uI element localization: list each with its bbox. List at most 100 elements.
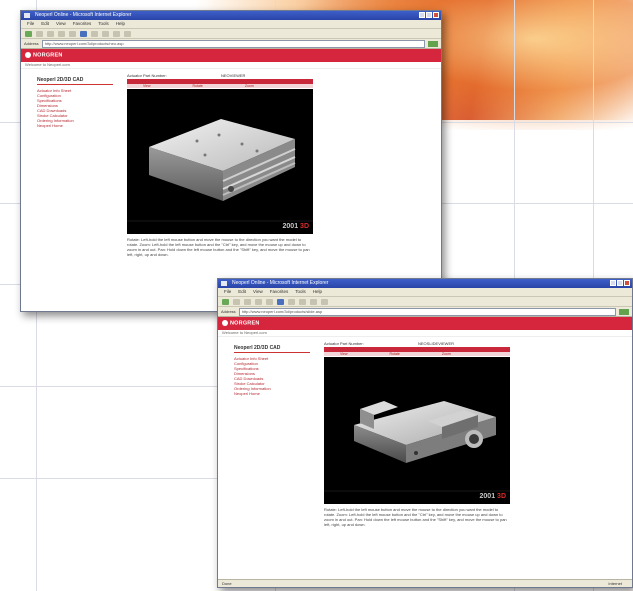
- browser-window-back[interactable]: Neoperl Online - Microsoft Internet Expl…: [20, 10, 442, 312]
- watermark-3d: 3D: [300, 223, 309, 230]
- maximize-icon[interactable]: [617, 280, 623, 286]
- norgren-logo[interactable]: NORGREN: [25, 52, 63, 58]
- window-controls: [610, 280, 630, 286]
- window-title: Neoperl Online - Microsoft Internet Expl…: [35, 12, 132, 18]
- stop-icon[interactable]: [244, 298, 251, 305]
- logo-text: NORGREN: [33, 52, 63, 59]
- mail-icon[interactable]: [113, 30, 120, 37]
- part-number-label: Actuator Part Number:: [324, 341, 364, 346]
- go-button[interactable]: [619, 308, 629, 315]
- menu-item-view[interactable]: View: [253, 288, 263, 296]
- tab-rotate[interactable]: Rotate: [193, 84, 203, 88]
- maximize-icon[interactable]: [426, 12, 432, 18]
- product-title: Neoperl 2D/3D CAD: [37, 77, 113, 85]
- close-icon[interactable]: [433, 12, 439, 18]
- window-title: Neoperl Online - Microsoft Internet Expl…: [232, 280, 329, 286]
- menu-item-help[interactable]: Help: [116, 20, 125, 28]
- forward-icon[interactable]: [233, 298, 240, 305]
- address-label: Address: [24, 41, 39, 46]
- history-icon[interactable]: [299, 298, 306, 305]
- sidebar-link[interactable]: Neoperl Home: [234, 391, 310, 396]
- logo-icon: [222, 320, 228, 326]
- favorites-icon[interactable]: [288, 298, 295, 305]
- watermark-3d: 3D: [497, 493, 506, 500]
- menu-item-tools[interactable]: Tools: [295, 288, 306, 296]
- search-icon[interactable]: [277, 298, 284, 305]
- 3d-viewer[interactable]: 2001 3D: [324, 357, 510, 504]
- browser-window-front[interactable]: Neoperl Online - Microsoft Internet Expl…: [217, 278, 633, 588]
- menu-item-edit[interactable]: Edit: [238, 288, 246, 296]
- product-header: Actuator Part Number: NEOSLIDEVIEWER: [324, 341, 510, 346]
- url-field[interactable]: http://www.neoperl.com/3d/products/neo.a…: [41, 39, 425, 48]
- address-bar: Address http://www.neoperl.com/3d/produc…: [218, 307, 632, 317]
- tab-view[interactable]: View: [340, 352, 348, 356]
- slide-model-2[interactable]: [324, 357, 510, 504]
- home-icon[interactable]: [266, 298, 273, 305]
- site-header: NORGREN: [21, 49, 441, 62]
- tab-zoom[interactable]: Zoom: [442, 352, 451, 356]
- ie-icon: [24, 13, 30, 18]
- product-header: Actuator Part Number: NEOVIEWER: [127, 73, 313, 78]
- menu-item-edit[interactable]: Edit: [41, 20, 49, 28]
- url-field[interactable]: http://www.neoperl.com/3d/products/slide…: [238, 307, 616, 316]
- favorites-icon[interactable]: [91, 30, 98, 37]
- title-bar[interactable]: Neoperl Online - Microsoft Internet Expl…: [218, 279, 632, 288]
- welcome-text: Welcome to Neoperl.com: [21, 62, 441, 69]
- tab-rotate[interactable]: Rotate: [390, 352, 400, 356]
- viewer-instructions: Rotate: Left-hold the left mouse button …: [324, 507, 507, 527]
- back-icon[interactable]: [222, 298, 229, 305]
- minimize-icon[interactable]: [610, 280, 616, 286]
- menu-bar: File Edit View Favorites Tools Help: [21, 20, 441, 29]
- menu-item-help[interactable]: Help: [313, 288, 322, 296]
- menu-item-tools[interactable]: Tools: [98, 20, 109, 28]
- watermark-year: 2001: [282, 223, 299, 230]
- sidebar: Neoperl 2D/3D CAD Actuator Info Sheet Co…: [234, 345, 310, 396]
- menu-bar: File Edit View Favorites Tools Help: [218, 288, 632, 297]
- tab-view[interactable]: View: [143, 84, 151, 88]
- ie-icon: [221, 281, 227, 286]
- 3d-viewer[interactable]: 2001 3D: [127, 89, 313, 234]
- part-number-label: Actuator Part Number:: [127, 73, 167, 78]
- mail-icon[interactable]: [310, 298, 317, 305]
- menu-item-file[interactable]: File: [224, 288, 231, 296]
- tab-zoom[interactable]: Zoom: [245, 84, 254, 88]
- status-text: Done: [222, 581, 232, 586]
- logo-text: NORGREN: [230, 320, 260, 327]
- print-icon[interactable]: [124, 30, 131, 37]
- menu-item-file[interactable]: File: [27, 20, 34, 28]
- viewer-tabs: View Rotate Zoom: [324, 352, 510, 356]
- toolbar: [21, 29, 441, 39]
- print-icon[interactable]: [321, 298, 328, 305]
- part-number-value: NEOVIEWER: [221, 73, 246, 78]
- norgren-logo[interactable]: NORGREN: [222, 320, 260, 326]
- menu-item-view[interactable]: View: [56, 20, 66, 28]
- title-bar[interactable]: Neoperl Online - Microsoft Internet Expl…: [21, 11, 441, 20]
- window-controls: [419, 12, 439, 18]
- close-icon[interactable]: [624, 280, 630, 286]
- status-bar: Done Internet: [218, 579, 632, 587]
- back-icon[interactable]: [25, 30, 32, 37]
- site-header: NORGREN: [218, 317, 632, 330]
- zone-text: Internet: [608, 581, 622, 586]
- address-bar: Address http://www.neoperl.com/3d/produc…: [21, 39, 441, 49]
- actuator-model-1[interactable]: [127, 89, 313, 234]
- product-title: Neoperl 2D/3D CAD: [234, 345, 310, 353]
- menu-item-favorites[interactable]: Favorites: [270, 288, 289, 296]
- history-icon[interactable]: [102, 30, 109, 37]
- forward-icon[interactable]: [36, 30, 43, 37]
- toolbar: [218, 297, 632, 307]
- page-content: Neoperl 2D/3D CAD Actuator Info Sheet Co…: [21, 69, 441, 299]
- logo-icon: [25, 52, 31, 58]
- watermark-year: 2001: [479, 493, 496, 500]
- stop-icon[interactable]: [47, 30, 54, 37]
- refresh-icon[interactable]: [255, 298, 262, 305]
- refresh-icon[interactable]: [58, 30, 65, 37]
- viewer-tabs: View Rotate Zoom: [127, 84, 313, 88]
- sidebar-link[interactable]: Neoperl Home: [37, 123, 113, 128]
- viewer-watermark: 2001 3D: [283, 223, 309, 230]
- go-button[interactable]: [428, 40, 438, 47]
- minimize-icon[interactable]: [419, 12, 425, 18]
- menu-item-favorites[interactable]: Favorites: [73, 20, 92, 28]
- search-icon[interactable]: [80, 30, 87, 37]
- home-icon[interactable]: [69, 30, 76, 37]
